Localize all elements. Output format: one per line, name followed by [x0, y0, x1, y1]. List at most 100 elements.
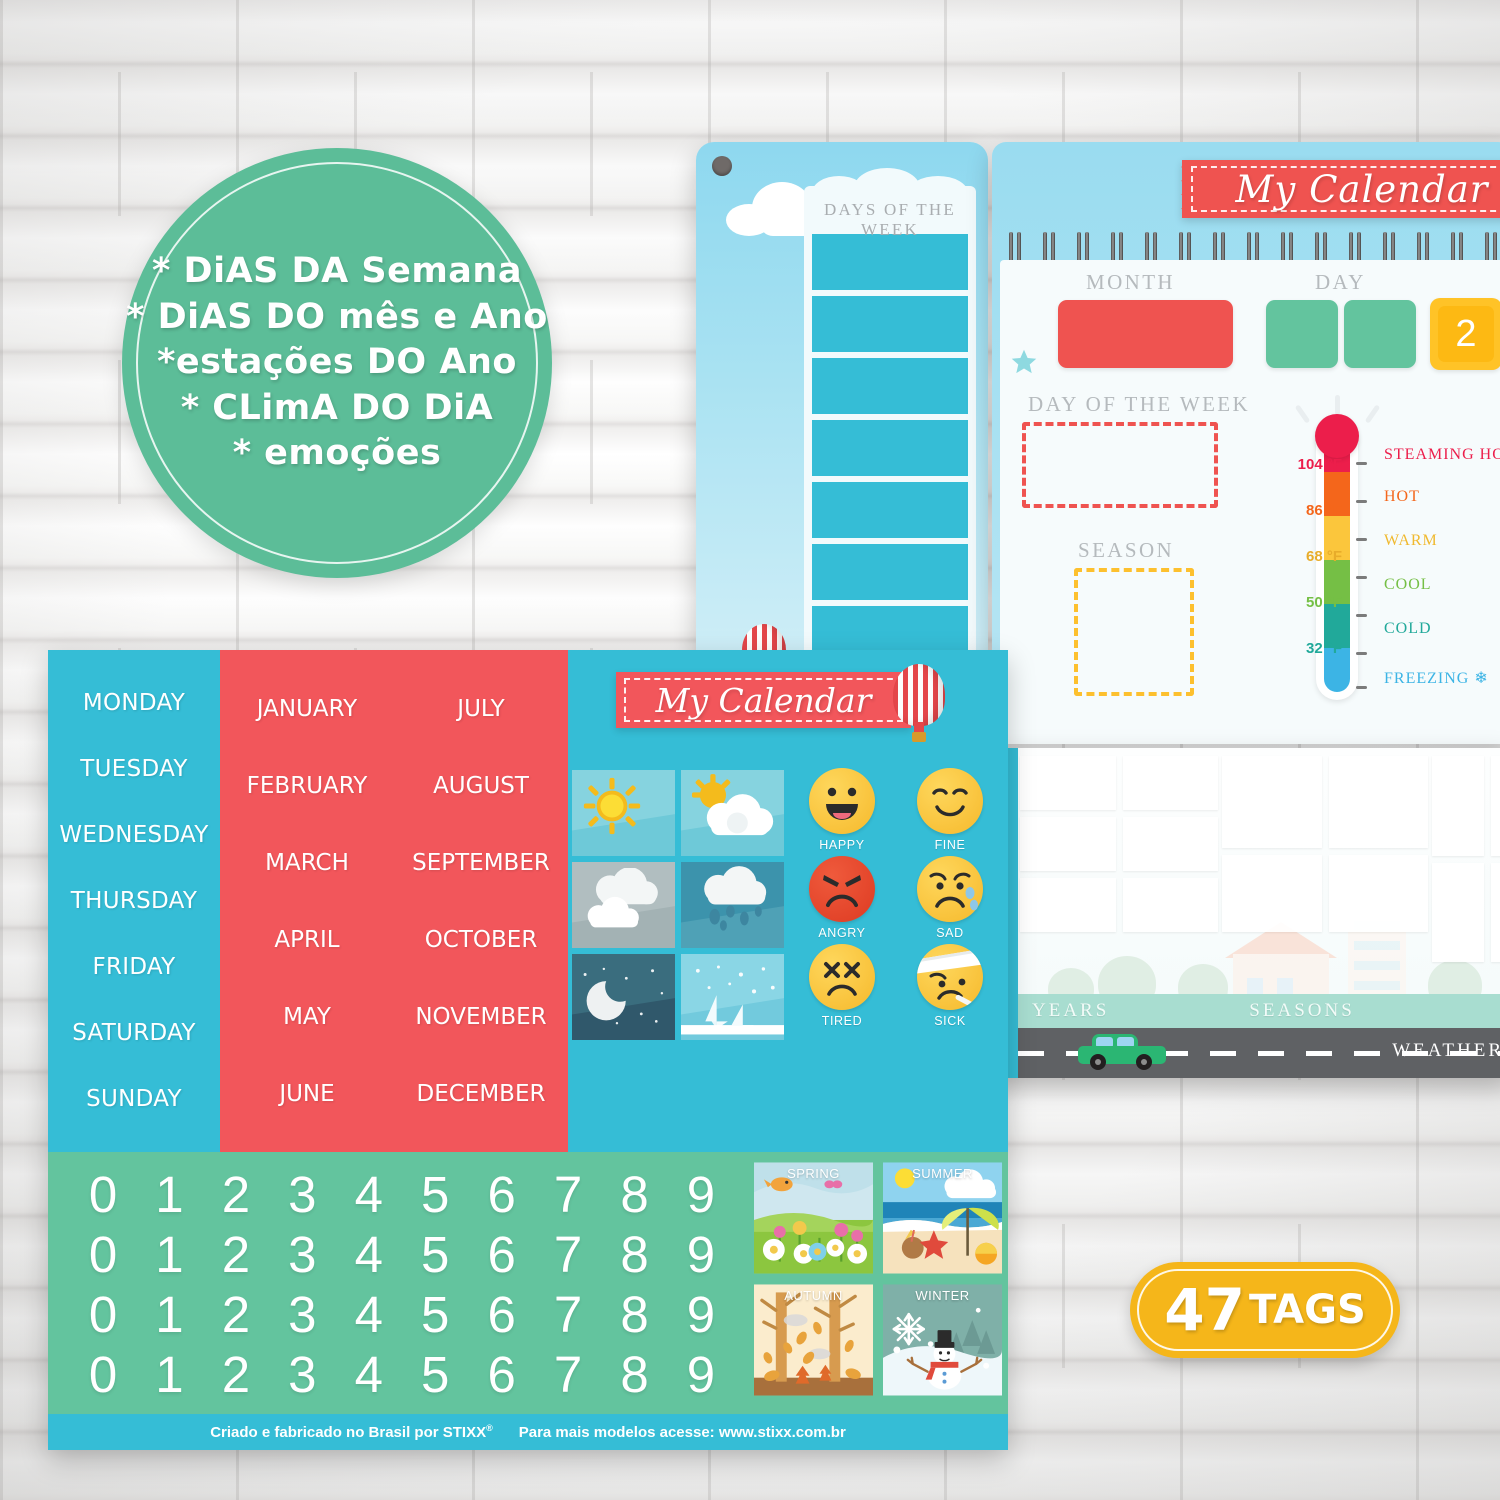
emotion-sticker-happy[interactable]: HAPPY	[796, 768, 888, 852]
number-sticker[interactable]: 6	[473, 1345, 531, 1404]
emotion-sticker-sad[interactable]: SAD	[904, 856, 996, 940]
week-slot[interactable]	[812, 544, 968, 600]
month-slot[interactable]	[1058, 300, 1233, 368]
number-sticker[interactable]: 8	[606, 1345, 664, 1404]
number-sticker[interactable]: 8	[606, 1165, 664, 1224]
season-sticker-spring[interactable]: SPRING	[754, 1162, 873, 1274]
number-sticker[interactable]: 4	[340, 1345, 398, 1404]
season-sticker-summer[interactable]: SUMMER	[883, 1162, 1002, 1274]
number-sticker[interactable]: 9	[672, 1285, 730, 1344]
month-sticker[interactable]: JUNE	[279, 1081, 334, 1107]
season-sticker-winter[interactable]: WINTER	[883, 1284, 1002, 1396]
chart-cell[interactable]	[1490, 862, 1500, 962]
month-sticker[interactable]: AUGUST	[433, 773, 529, 799]
number-sticker[interactable]: 5	[406, 1345, 464, 1404]
weekday-sticker[interactable]: SATURDAY	[72, 1020, 196, 1046]
chart-cell[interactable]	[1222, 756, 1322, 849]
weekday-sticker[interactable]: THURSDAY	[71, 888, 197, 914]
number-sticker[interactable]: 8	[606, 1285, 664, 1344]
week-slot[interactable]	[812, 482, 968, 538]
number-sticker[interactable]: 2	[207, 1225, 265, 1284]
weekday-sticker[interactable]: SUNDAY	[86, 1086, 182, 1112]
chart-cell[interactable]	[1020, 756, 1116, 810]
number-sticker[interactable]: 6	[473, 1165, 531, 1224]
weekday-sticker[interactable]: TUESDAY	[80, 756, 187, 782]
number-sticker[interactable]: 9	[672, 1345, 730, 1404]
emotion-sticker-tired[interactable]: TIRED	[796, 944, 888, 1028]
number-sticker[interactable]: 4	[340, 1285, 398, 1344]
day-slot[interactable]	[1266, 300, 1338, 368]
number-sticker[interactable]: 9	[672, 1225, 730, 1284]
number-sticker[interactable]: 0	[74, 1165, 132, 1224]
chart-cell[interactable]	[1222, 855, 1322, 932]
month-sticker[interactable]: APRIL	[274, 927, 339, 953]
chart-cell[interactable]	[1432, 756, 1484, 856]
chart-cell[interactable]	[1328, 756, 1428, 849]
number-sticker[interactable]: 4	[340, 1225, 398, 1284]
emotion-sticker-sick[interactable]: SICK	[904, 944, 996, 1028]
weather-sticker-rainy[interactable]	[681, 862, 784, 948]
chart-cell[interactable]	[1020, 878, 1116, 932]
month-sticker[interactable]: MARCH	[265, 850, 349, 876]
chart-cell[interactable]	[1328, 855, 1428, 932]
number-sticker[interactable]: 3	[273, 1345, 331, 1404]
weather-sticker-night[interactable]	[572, 954, 675, 1040]
number-sticker[interactable]: 0	[74, 1225, 132, 1284]
weather-sticker-cloudy[interactable]	[572, 862, 675, 948]
season-sticker-autumn[interactable]: AUTUMN	[754, 1284, 873, 1396]
number-sticker[interactable]: 5	[406, 1165, 464, 1224]
year-tile[interactable]: 2	[1430, 298, 1500, 370]
emotion-sticker-angry[interactable]: ANGRY	[796, 856, 888, 940]
number-sticker[interactable]: 7	[539, 1225, 597, 1284]
month-sticker[interactable]: JULY	[457, 696, 504, 722]
chart-cell[interactable]	[1490, 756, 1500, 856]
number-sticker[interactable]: 7	[539, 1345, 597, 1404]
number-sticker[interactable]: 1	[140, 1165, 198, 1224]
season-slot[interactable]	[1074, 568, 1194, 696]
number-sticker[interactable]: 9	[672, 1165, 730, 1224]
number-sticker[interactable]: 1	[140, 1285, 198, 1344]
month-sticker[interactable]: FEBRUARY	[247, 773, 368, 799]
number-sticker[interactable]: 3	[273, 1285, 331, 1344]
number-sticker[interactable]: 2	[207, 1285, 265, 1344]
number-sticker[interactable]: 7	[539, 1285, 597, 1344]
month-sticker[interactable]: JANUARY	[257, 696, 357, 722]
month-sticker[interactable]: SEPTEMBER	[412, 850, 550, 876]
number-sticker[interactable]: 3	[273, 1165, 331, 1224]
week-slot[interactable]	[812, 358, 968, 414]
weekday-sticker[interactable]: FRIDAY	[92, 954, 175, 980]
month-sticker[interactable]: NOVEMBER	[415, 1004, 546, 1030]
number-sticker[interactable]: 0	[74, 1345, 132, 1404]
week-slot[interactable]	[812, 420, 968, 476]
weekday-sticker[interactable]: MONDAY	[83, 690, 185, 716]
number-sticker[interactable]: 6	[473, 1285, 531, 1344]
day-slot[interactable]	[1344, 300, 1416, 368]
chart-cell[interactable]	[1122, 817, 1218, 871]
weekday-sticker[interactable]: WEDNESDAY	[59, 822, 208, 848]
number-sticker[interactable]: 6	[473, 1225, 531, 1284]
number-sticker[interactable]: 1	[140, 1225, 198, 1284]
emotion-sticker-fine[interactable]: FINE	[904, 768, 996, 852]
month-sticker[interactable]: OCTOBER	[425, 927, 538, 953]
chart-cell[interactable]	[1020, 817, 1116, 871]
weather-sticker-snowy[interactable]	[681, 954, 784, 1040]
weather-sticker-partly-cloudy[interactable]	[681, 770, 784, 856]
number-sticker[interactable]: 1	[140, 1345, 198, 1404]
number-sticker[interactable]: 2	[207, 1165, 265, 1224]
number-sticker[interactable]: 8	[606, 1225, 664, 1284]
chart-cell[interactable]	[1432, 862, 1484, 962]
week-slot[interactable]	[812, 296, 968, 352]
number-sticker[interactable]: 7	[539, 1165, 597, 1224]
month-sticker[interactable]: DECEMBER	[417, 1081, 546, 1107]
number-sticker[interactable]: 2	[207, 1345, 265, 1404]
number-sticker[interactable]: 0	[74, 1285, 132, 1344]
number-sticker[interactable]: 5	[406, 1285, 464, 1344]
number-sticker[interactable]: 5	[406, 1225, 464, 1284]
number-sticker[interactable]: 4	[340, 1165, 398, 1224]
weather-sticker-sunny[interactable]	[572, 770, 675, 856]
month-sticker[interactable]: MAY	[283, 1004, 331, 1030]
chart-cell[interactable]	[1122, 756, 1218, 810]
number-sticker[interactable]: 3	[273, 1225, 331, 1284]
chart-cell[interactable]	[1122, 878, 1218, 932]
day-of-week-slot[interactable]	[1022, 422, 1218, 508]
